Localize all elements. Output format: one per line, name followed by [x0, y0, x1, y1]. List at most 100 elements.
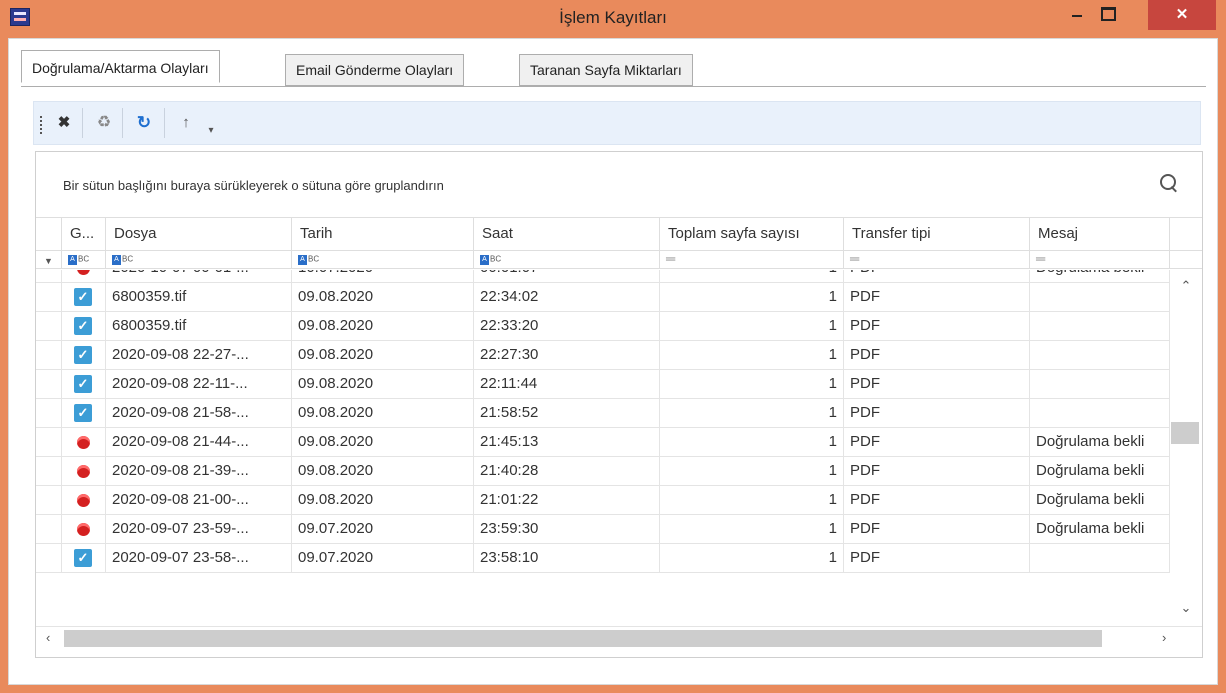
- cell-transfer-tipi[interactable]: PDF: [844, 312, 1030, 340]
- cell-saat[interactable]: 22:34:02: [474, 283, 660, 311]
- cell-toplam-sayfa[interactable]: 1: [660, 341, 844, 369]
- cell-transfer-tipi[interactable]: PDF: [844, 515, 1030, 543]
- horizontal-scroll-thumb[interactable]: [64, 630, 1102, 647]
- cell-mesaj[interactable]: [1030, 341, 1170, 369]
- cell-tarih[interactable]: 09.08.2020: [292, 283, 474, 311]
- cell-mesaj[interactable]: [1030, 370, 1170, 398]
- column-header-toplam-sayfa[interactable]: Toplam sayfa sayısı: [660, 218, 844, 250]
- tab-email-gonderme[interactable]: Email Gönderme Olayları: [285, 54, 465, 86]
- cell-dosya[interactable]: 2020-09-08 22-27-...: [106, 341, 292, 369]
- row-indicator[interactable]: [36, 457, 62, 485]
- scroll-up-icon[interactable]: ⌃: [1170, 278, 1202, 294]
- cell-saat[interactable]: 22:27:30: [474, 341, 660, 369]
- group-panel[interactable]: Bir sütun başlığını buraya sürükleyerek …: [36, 152, 1202, 216]
- cell-mesaj[interactable]: [1030, 544, 1170, 572]
- cell-status[interactable]: ✓: [62, 544, 106, 572]
- cell-mesaj[interactable]: [1030, 283, 1170, 311]
- close-button[interactable]: ✕: [1148, 0, 1216, 30]
- cell-status[interactable]: ✓: [62, 341, 106, 369]
- filter-cell-mesaj[interactable]: ═: [1030, 251, 1170, 268]
- scroll-down-icon[interactable]: ⌄: [1170, 600, 1202, 616]
- cell-toplam-sayfa[interactable]: 1: [660, 457, 844, 485]
- tab-dogrulama-aktarma[interactable]: Doğrulama/Aktarma Olayları: [21, 50, 220, 83]
- horizontal-scrollbar[interactable]: ‹ ›: [36, 626, 1202, 650]
- cell-mesaj[interactable]: Doğrulama bekli: [1030, 428, 1170, 456]
- cell-saat[interactable]: 21:58:52: [474, 399, 660, 427]
- cell-mesaj[interactable]: Doğrulama bekli: [1030, 457, 1170, 485]
- cell-saat[interactable]: 22:33:20: [474, 312, 660, 340]
- row-indicator[interactable]: [36, 312, 62, 340]
- title-bar[interactable]: İşlem Kayıtları ✕: [0, 0, 1226, 38]
- cell-transfer-tipi[interactable]: PDF: [844, 270, 1030, 282]
- filter-cell-status[interactable]: A BC: [62, 251, 106, 268]
- row-indicator[interactable]: [36, 370, 62, 398]
- cell-toplam-sayfa[interactable]: 1: [660, 486, 844, 514]
- cell-status[interactable]: ✓: [62, 312, 106, 340]
- cell-transfer-tipi[interactable]: PDF: [844, 399, 1030, 427]
- maximize-button[interactable]: [1091, 0, 1123, 30]
- cell-status[interactable]: ✓: [62, 399, 106, 427]
- cell-dosya[interactable]: 6800359.tif: [106, 283, 292, 311]
- cell-status[interactable]: [62, 486, 106, 514]
- table-row[interactable]: ✓ 6800359.tif 09.08.2020 22:34:02 1 PDF: [36, 283, 1170, 312]
- table-row[interactable]: ✓ 2020-09-08 22-27-... 09.08.2020 22:27:30 1…: [36, 341, 1170, 370]
- cell-saat[interactable]: 22:11:44: [474, 370, 660, 398]
- row-indicator[interactable]: [36, 486, 62, 514]
- cell-toplam-sayfa[interactable]: 1: [660, 312, 844, 340]
- cell-dosya[interactable]: 2020-09-08 21-58-...: [106, 399, 292, 427]
- vertical-scroll-thumb[interactable]: [1171, 422, 1199, 444]
- cell-tarih[interactable]: 09.08.2020: [292, 457, 474, 485]
- cell-tarih[interactable]: 09.08.2020: [292, 428, 474, 456]
- row-indicator[interactable]: [36, 515, 62, 543]
- scroll-right-icon[interactable]: ›: [1162, 630, 1166, 645]
- cell-status[interactable]: ✓: [62, 283, 106, 311]
- arrow-up-icon[interactable]: ↑: [178, 112, 194, 134]
- cell-toplam-sayfa[interactable]: 1: [660, 370, 844, 398]
- table-row[interactable]: ✓ 2020-09-08 22-11-... 09.08.2020 22:11:44 1…: [36, 370, 1170, 399]
- cell-status[interactable]: [62, 270, 106, 282]
- cell-toplam-sayfa[interactable]: 1: [660, 283, 844, 311]
- cell-dosya[interactable]: 2020-09-07 23-58-...: [106, 544, 292, 572]
- cell-dosya[interactable]: 2020-09-08 21-39-...: [106, 457, 292, 485]
- cell-status[interactable]: [62, 428, 106, 456]
- row-indicator[interactable]: [36, 283, 62, 311]
- cell-mesaj[interactable]: [1030, 399, 1170, 427]
- filter-cell-tarih[interactable]: A BC: [292, 251, 474, 268]
- tab-taranan-sayfa[interactable]: Taranan Sayfa Miktarları: [519, 54, 693, 86]
- cell-tarih[interactable]: 09.08.2020: [292, 399, 474, 427]
- cell-mesaj[interactable]: Doğrulama bekli: [1030, 486, 1170, 514]
- cell-mesaj[interactable]: [1030, 312, 1170, 340]
- cell-saat[interactable]: 23:58:10: [474, 544, 660, 572]
- cell-toplam-sayfa[interactable]: 1: [660, 544, 844, 572]
- cell-transfer-tipi[interactable]: PDF: [844, 544, 1030, 572]
- cell-saat[interactable]: 21:40:28: [474, 457, 660, 485]
- table-row[interactable]: 2020-09-08 21-00-... 09.08.2020 21:01:22 1 P…: [36, 486, 1170, 515]
- cell-dosya[interactable]: 2020-09-07 23-59-...: [106, 515, 292, 543]
- refresh-icon[interactable]: ↻: [134, 112, 154, 134]
- column-header-tarih[interactable]: Tarih: [292, 218, 474, 250]
- cell-status[interactable]: [62, 515, 106, 543]
- cell-tarih[interactable]: 09.08.2020: [292, 370, 474, 398]
- table-row[interactable]: 2020-09-08 21-44-... 09.08.2020 21:45:13 1 P…: [36, 428, 1170, 457]
- scroll-left-icon[interactable]: ‹: [46, 630, 50, 645]
- cell-mesaj[interactable]: Doğrulama bekli: [1030, 270, 1170, 282]
- cell-status[interactable]: [62, 457, 106, 485]
- cell-transfer-tipi[interactable]: PDF: [844, 428, 1030, 456]
- cell-tarih[interactable]: 09.08.2020: [292, 341, 474, 369]
- cell-toplam-sayfa[interactable]: 1: [660, 399, 844, 427]
- cell-dosya[interactable]: 2020-09-08 21-44-...: [106, 428, 292, 456]
- row-indicator[interactable]: [36, 399, 62, 427]
- filter-cell-dosya[interactable]: A BC: [106, 251, 292, 268]
- cell-toplam-sayfa[interactable]: 1: [660, 270, 844, 282]
- cell-dosya[interactable]: 6800359.tif: [106, 312, 292, 340]
- cell-transfer-tipi[interactable]: PDF: [844, 486, 1030, 514]
- cell-status[interactable]: ✓: [62, 370, 106, 398]
- cell-transfer-tipi[interactable]: PDF: [844, 457, 1030, 485]
- filter-cell-transfer-tipi[interactable]: ═: [844, 251, 1030, 268]
- toolbar-grip[interactable]: [40, 116, 43, 134]
- column-header-mesaj[interactable]: Mesaj: [1030, 218, 1170, 250]
- column-header-dosya[interactable]: Dosya: [106, 218, 292, 250]
- minimize-button[interactable]: [1063, 0, 1091, 30]
- cell-dosya[interactable]: 2020-10-07 00-01-...: [106, 270, 292, 282]
- table-row[interactable]: ✓ 2020-09-08 21-58-... 09.08.2020 21:58:52 1…: [36, 399, 1170, 428]
